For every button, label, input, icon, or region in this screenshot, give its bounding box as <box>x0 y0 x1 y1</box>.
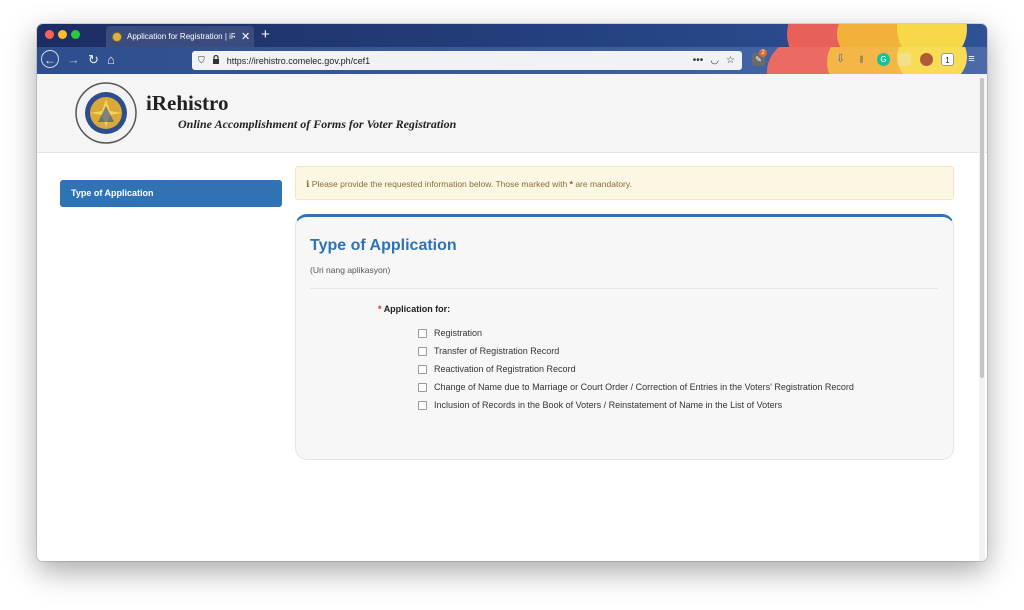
extension-icon[interactable] <box>898 53 911 66</box>
minimize-window-button[interactable] <box>58 30 67 39</box>
info-alert: ℹ︎ Please provide the requested informat… <box>295 166 954 200</box>
required-marker: * <box>569 179 573 189</box>
maximize-window-button[interactable] <box>71 30 80 39</box>
shield-icon[interactable]: ⛉ <box>198 55 205 66</box>
home-icon[interactable]: ⌂ <box>107 51 115 69</box>
form-subtitle: (Uri nang aplikasyon) <box>310 265 391 275</box>
library-icon[interactable]: ⫼ <box>855 53 868 66</box>
checkbox-icon[interactable] <box>418 364 427 374</box>
alert-text-before: Please provide the requested information… <box>311 179 568 189</box>
theme-decoration <box>897 24 967 47</box>
pocket-icon[interactable]: ◡ <box>710 55 719 66</box>
checkbox-icon[interactable] <box>418 328 427 338</box>
forward-arrow-icon[interactable]: → <box>67 51 80 69</box>
checkbox-reactivation[interactable]: Reactivation of Registration Record <box>418 364 576 374</box>
user-avatar-icon[interactable] <box>920 53 933 66</box>
notification-icon[interactable]: 1 <box>941 53 954 66</box>
sidebar-item-type-of-application[interactable]: Type of Application <box>60 180 282 207</box>
checkbox-change-of-name[interactable]: Change of Name due to Marriage or Court … <box>418 382 854 392</box>
checkbox-inclusion-of-records[interactable]: Inclusion of Records in the Book of Vote… <box>418 400 782 410</box>
checkbox-icon[interactable] <box>418 346 427 356</box>
tab-bar: Application for Registration | iR ✕ + <box>37 24 987 47</box>
bookmark-star-icon[interactable]: ☆ <box>726 55 735 66</box>
info-circle-icon: ℹ︎ <box>306 179 310 189</box>
form-panel: Type of Application (Uri nang aplikasyon… <box>295 214 954 460</box>
divider <box>310 288 938 289</box>
tab-close-icon[interactable]: ✕ <box>241 30 250 43</box>
download-icon[interactable]: ⇩ <box>834 53 847 66</box>
checkbox-icon[interactable] <box>418 400 427 410</box>
new-tab-button[interactable]: + <box>261 26 270 43</box>
site-title: iRehistro <box>146 91 229 115</box>
application-for-label: * Application for: <box>378 304 450 314</box>
option-label[interactable]: Change of Name due to Marriage or Court … <box>434 382 854 392</box>
comelec-seal-icon <box>75 82 137 144</box>
option-label[interactable]: Reactivation of Registration Record <box>434 364 576 374</box>
site-header: iRehistro Online Accomplishment of Forms… <box>37 74 987 153</box>
hamburger-menu-icon[interactable]: ≡ <box>965 53 978 66</box>
browser-window: Application for Registration | iR ✕ + ← … <box>37 24 987 561</box>
reload-icon[interactable]: ↻ <box>88 51 99 69</box>
back-arrow-icon[interactable]: ← <box>41 50 59 68</box>
close-window-button[interactable] <box>45 30 54 39</box>
page-actions-icon[interactable]: ••• <box>693 55 704 66</box>
checkbox-registration[interactable]: Registration <box>418 328 482 338</box>
url-text[interactable]: https://irehistro.comelec.gov.ph/cef1 <box>227 56 693 66</box>
option-label[interactable]: Transfer of Registration Record <box>434 346 559 356</box>
lock-icon[interactable] <box>212 54 220 66</box>
extension-badge: 2 <box>759 49 767 57</box>
navigation-toolbar: ← → ↻ ⌂ ⛉ https://irehistro.comelec.gov.… <box>37 47 987 74</box>
scrollbar-thumb[interactable] <box>980 78 984 378</box>
checkbox-icon[interactable] <box>418 382 427 392</box>
option-label[interactable]: Inclusion of Records in the Book of Vote… <box>434 400 782 410</box>
page-content: iRehistro Online Accomplishment of Forms… <box>37 74 987 561</box>
address-bar[interactable]: ⛉ https://irehistro.comelec.gov.ph/cef1 … <box>192 51 742 70</box>
alert-text-after: are mandatory. <box>575 179 632 189</box>
checkbox-transfer[interactable]: Transfer of Registration Record <box>418 346 559 356</box>
site-subtitle: Online Accomplishment of Forms for Voter… <box>178 117 457 131</box>
option-label[interactable]: Registration <box>434 328 482 338</box>
field-label-text: Application for: <box>383 304 451 314</box>
form-title: Type of Application <box>310 237 457 254</box>
tab-title: Application for Registration | iR <box>127 32 235 41</box>
required-marker: * <box>378 304 382 314</box>
grammarly-icon[interactable]: G <box>877 53 890 66</box>
comelec-favicon-icon <box>112 31 122 42</box>
browser-tab[interactable]: Application for Registration | iR ✕ <box>106 26 254 47</box>
